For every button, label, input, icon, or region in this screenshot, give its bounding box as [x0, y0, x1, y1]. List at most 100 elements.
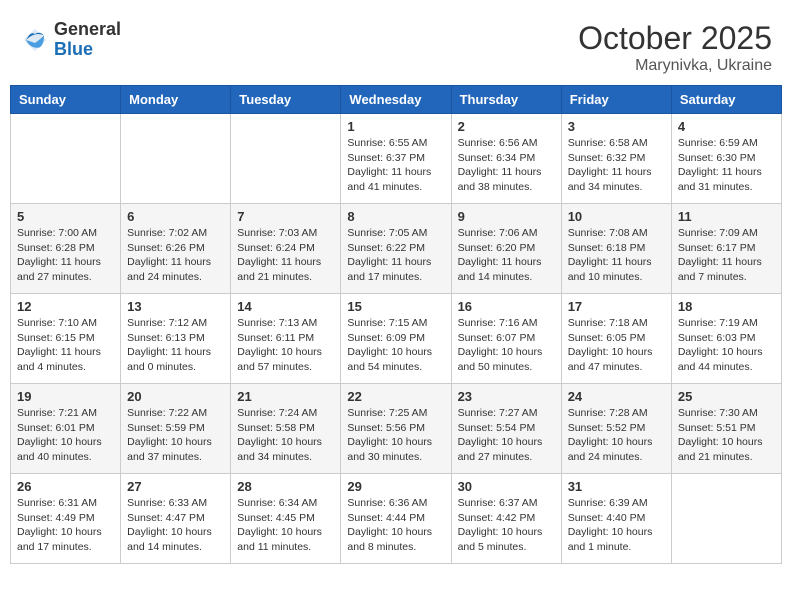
calendar-day-cell: 14Sunrise: 7:13 AM Sunset: 6:11 PM Dayli… — [231, 294, 341, 384]
calendar-day-cell: 26 Sunrise: 6:31 AM Sunset: 4:49 PM Dayli… — [11, 474, 121, 564]
day-number: 30 — [458, 479, 555, 494]
day-info: Sunrise: 7:05 AM Sunset: 6:22 PM Dayligh… — [347, 226, 444, 285]
calendar-day-cell: 24 Sunrise: 7:28 AM Sunset: 5:52 PM Dayli… — [561, 384, 671, 474]
day-info: Sunrise: 7:02 AM Sunset: 6:26 PM Dayligh… — [127, 226, 224, 285]
day-number: 3 — [568, 119, 665, 134]
day-number: 17 — [568, 299, 665, 314]
calendar-week-row: 5 Sunrise: 7:00 AM Sunset: 6:28 PM Daylig… — [11, 204, 782, 294]
calendar-day-cell: 17 Sunrise: 7:18 AM Sunset: 6:05 PM Dayli… — [561, 294, 671, 384]
day-info: Sunrise: 7:19 AM Sunset: 6:03 PM Dayligh… — [678, 316, 775, 375]
day-number: 5 — [17, 209, 114, 224]
day-of-week-header: Friday — [561, 86, 671, 114]
day-number: 29 — [347, 479, 444, 494]
day-number: 15 — [347, 299, 444, 314]
calendar-day-cell: 20 Sunrise: 7:22 AM Sunset: 5:59 PM Dayli… — [121, 384, 231, 474]
calendar-day-cell: 6 Sunrise: 7:02 AM Sunset: 6:26 PM Daylig… — [121, 204, 231, 294]
calendar-day-cell: 4 Sunrise: 6:59 AM Sunset: 6:30 PM Daylig… — [671, 114, 781, 204]
day-number: 19 — [17, 389, 114, 404]
day-info: Sunrise: 6:56 AM Sunset: 6:34 PM Dayligh… — [458, 136, 555, 195]
calendar-day-cell: 25 Sunrise: 7:30 AM Sunset: 5:51 PM Dayli… — [671, 384, 781, 474]
day-number: 4 — [678, 119, 775, 134]
calendar-day-cell: 10Sunrise: 7:08 AM Sunset: 6:18 PM Dayli… — [561, 204, 671, 294]
day-number: 20 — [127, 389, 224, 404]
calendar-day-cell: 23 Sunrise: 7:27 AM Sunset: 5:54 PM Dayli… — [451, 384, 561, 474]
day-number: 21 — [237, 389, 334, 404]
day-info: Sunrise: 6:37 AM Sunset: 4:42 PM Dayligh… — [458, 496, 555, 555]
calendar-day-cell: 21 Sunrise: 7:24 AM Sunset: 5:58 PM Dayli… — [231, 384, 341, 474]
day-of-week-header: Wednesday — [341, 86, 451, 114]
day-number: 27 — [127, 479, 224, 494]
day-of-week-header: Saturday — [671, 86, 781, 114]
day-info: Sunrise: 6:34 AM Sunset: 4:45 PM Dayligh… — [237, 496, 334, 555]
day-info: Sunrise: 7:03 AM Sunset: 6:24 PM Dayligh… — [237, 226, 334, 285]
logo: General Blue — [20, 20, 121, 60]
day-info: Sunrise: 7:13 AM Sunset: 6:11 PM Dayligh… — [237, 316, 334, 375]
day-info: Sunrise: 6:31 AM Sunset: 4:49 PM Dayligh… — [17, 496, 114, 555]
day-info: Sunrise: 7:22 AM Sunset: 5:59 PM Dayligh… — [127, 406, 224, 465]
day-of-week-header: Thursday — [451, 86, 561, 114]
day-info: Sunrise: 7:09 AM Sunset: 6:17 PM Dayligh… — [678, 226, 775, 285]
calendar-day-cell — [231, 114, 341, 204]
month-title: October 2025 — [578, 20, 772, 57]
day-number: 9 — [458, 209, 555, 224]
calendar-day-cell — [121, 114, 231, 204]
day-number: 23 — [458, 389, 555, 404]
day-info: Sunrise: 7:00 AM Sunset: 6:28 PM Dayligh… — [17, 226, 114, 285]
logo-text: General Blue — [54, 20, 121, 60]
day-info: Sunrise: 7:30 AM Sunset: 5:51 PM Dayligh… — [678, 406, 775, 465]
day-info: Sunrise: 7:27 AM Sunset: 5:54 PM Dayligh… — [458, 406, 555, 465]
calendar-week-row: 26 Sunrise: 6:31 AM Sunset: 4:49 PM Dayli… — [11, 474, 782, 564]
calendar-week-row: 1 Sunrise: 6:55 AM Sunset: 6:37 PM Daylig… — [11, 114, 782, 204]
day-info: Sunrise: 6:36 AM Sunset: 4:44 PM Dayligh… — [347, 496, 444, 555]
calendar-day-cell: 11 Sunrise: 7:09 AM Sunset: 6:17 PM Dayli… — [671, 204, 781, 294]
day-info: Sunrise: 6:55 AM Sunset: 6:37 PM Dayligh… — [347, 136, 444, 195]
logo-icon — [20, 25, 50, 55]
day-of-week-header: Sunday — [11, 86, 121, 114]
day-number: 24 — [568, 389, 665, 404]
day-info: Sunrise: 7:15 AM Sunset: 6:09 PM Dayligh… — [347, 316, 444, 375]
calendar-day-cell: 1 Sunrise: 6:55 AM Sunset: 6:37 PM Daylig… — [341, 114, 451, 204]
calendar-day-cell: 3Sunrise: 6:58 AM Sunset: 6:32 PM Daylig… — [561, 114, 671, 204]
day-info: Sunrise: 7:06 AM Sunset: 6:20 PM Dayligh… — [458, 226, 555, 285]
day-info: Sunrise: 7:08 AM Sunset: 6:18 PM Dayligh… — [568, 226, 665, 285]
calendar-day-cell: 19 Sunrise: 7:21 AM Sunset: 6:01 PM Dayli… — [11, 384, 121, 474]
day-number: 11 — [678, 209, 775, 224]
location: Marynivka, Ukraine — [578, 57, 772, 75]
day-of-week-header: Tuesday — [231, 86, 341, 114]
calendar-day-cell: 27Sunrise: 6:33 AM Sunset: 4:47 PM Dayli… — [121, 474, 231, 564]
calendar-day-cell: 15 Sunrise: 7:15 AM Sunset: 6:09 PM Dayli… — [341, 294, 451, 384]
day-number: 16 — [458, 299, 555, 314]
calendar-day-cell: 9 Sunrise: 7:06 AM Sunset: 6:20 PM Daylig… — [451, 204, 561, 294]
day-number: 13 — [127, 299, 224, 314]
calendar-day-cell: 7 Sunrise: 7:03 AM Sunset: 6:24 PM Daylig… — [231, 204, 341, 294]
day-info: Sunrise: 7:25 AM Sunset: 5:56 PM Dayligh… — [347, 406, 444, 465]
day-info: Sunrise: 7:10 AM Sunset: 6:15 PM Dayligh… — [17, 316, 114, 375]
calendar-day-cell — [671, 474, 781, 564]
calendar-day-cell: 29 Sunrise: 6:36 AM Sunset: 4:44 PM Dayli… — [341, 474, 451, 564]
day-number: 8 — [347, 209, 444, 224]
calendar-week-row: 12 Sunrise: 7:10 AM Sunset: 6:15 PM Dayli… — [11, 294, 782, 384]
day-info: Sunrise: 7:28 AM Sunset: 5:52 PM Dayligh… — [568, 406, 665, 465]
day-number: 2 — [458, 119, 555, 134]
day-number: 12 — [17, 299, 114, 314]
day-number: 25 — [678, 389, 775, 404]
day-info: Sunrise: 7:21 AM Sunset: 6:01 PM Dayligh… — [17, 406, 114, 465]
calendar-day-cell: 12 Sunrise: 7:10 AM Sunset: 6:15 PM Dayli… — [11, 294, 121, 384]
calendar-day-cell: 8 Sunrise: 7:05 AM Sunset: 6:22 PM Daylig… — [341, 204, 451, 294]
day-number: 7 — [237, 209, 334, 224]
calendar-day-cell: 13Sunrise: 7:12 AM Sunset: 6:13 PM Dayli… — [121, 294, 231, 384]
day-number: 18 — [678, 299, 775, 314]
calendar-day-cell: 30 Sunrise: 6:37 AM Sunset: 4:42 PM Dayli… — [451, 474, 561, 564]
day-number: 6 — [127, 209, 224, 224]
day-number: 26 — [17, 479, 114, 494]
day-info: Sunrise: 6:59 AM Sunset: 6:30 PM Dayligh… — [678, 136, 775, 195]
day-info: Sunrise: 7:24 AM Sunset: 5:58 PM Dayligh… — [237, 406, 334, 465]
day-number: 1 — [347, 119, 444, 134]
calendar-day-cell: 28 Sunrise: 6:34 AM Sunset: 4:45 PM Dayli… — [231, 474, 341, 564]
day-info: Sunrise: 6:39 AM Sunset: 4:40 PM Dayligh… — [568, 496, 665, 555]
day-of-week-header: Monday — [121, 86, 231, 114]
day-number: 28 — [237, 479, 334, 494]
day-info: Sunrise: 7:16 AM Sunset: 6:07 PM Dayligh… — [458, 316, 555, 375]
page-header: General Blue October 2025 Marynivka, Ukr… — [10, 10, 782, 80]
day-info: Sunrise: 7:18 AM Sunset: 6:05 PM Dayligh… — [568, 316, 665, 375]
